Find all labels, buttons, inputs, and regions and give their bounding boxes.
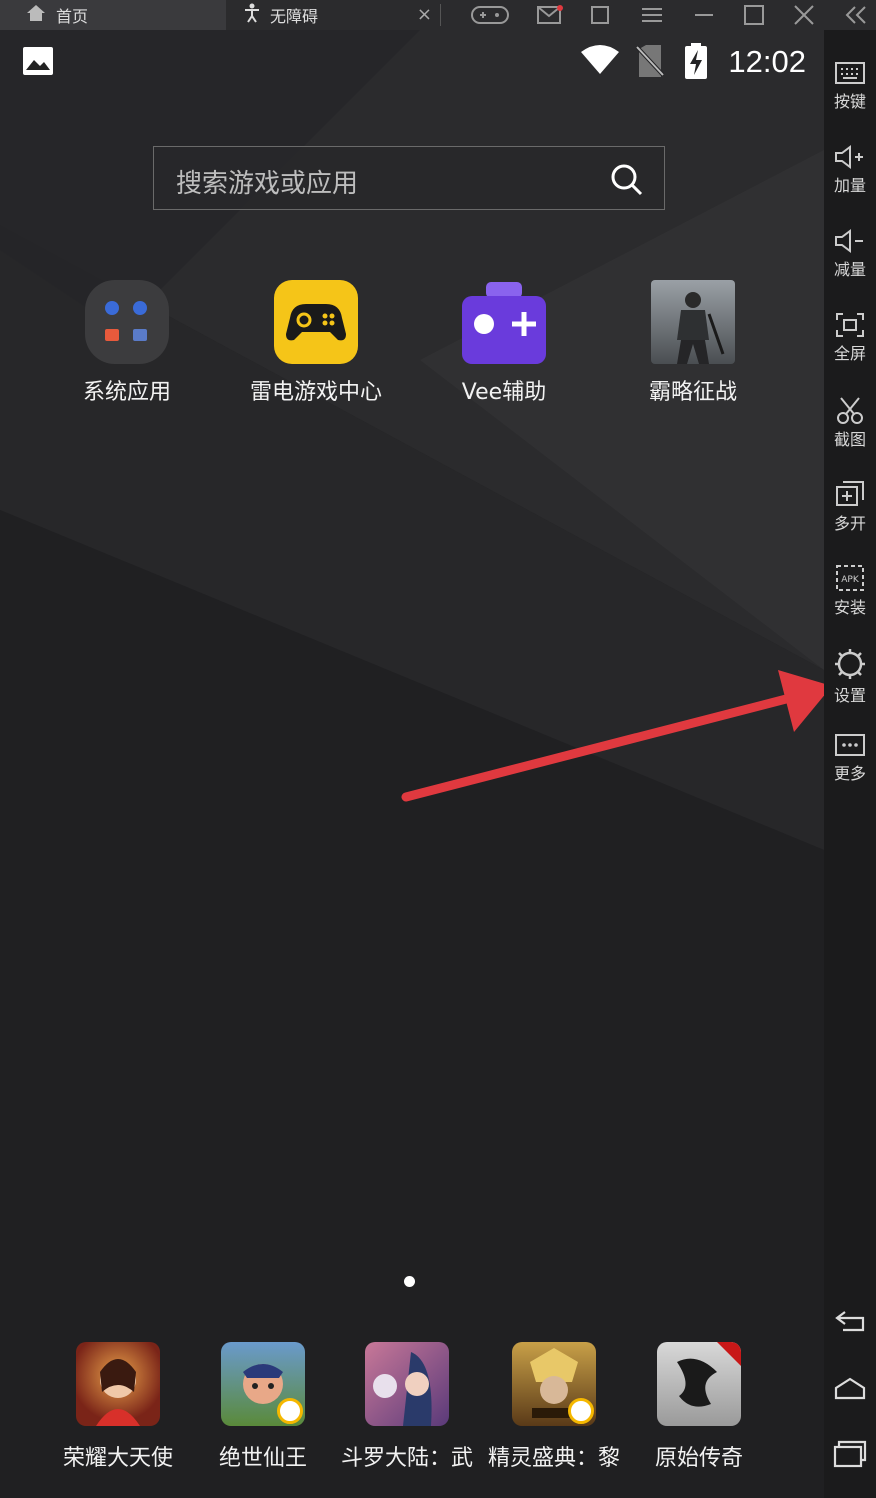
badge-icon [277,1398,303,1424]
battery-charging-icon [684,42,708,84]
sidebar-label: 截图 [833,430,866,449]
tab-home[interactable]: 首页 [0,0,226,30]
android-home-button[interactable] [824,1376,876,1402]
recents-icon [824,1440,876,1468]
game-icon [76,1342,160,1426]
sidebar-item-more[interactable]: 更多 [824,732,876,784]
badge-icon [568,1398,594,1424]
sidebar-label: 安装 [833,598,866,617]
mail-icon[interactable] [530,0,570,30]
sidebar-label: 更多 [833,764,866,783]
sidebar-label: 减量 [833,260,866,279]
app-label: 系统应用 [82,380,171,405]
sidebar-label: 全屏 [833,344,866,363]
sidebar-item-keymap[interactable]: 按键 [824,60,876,112]
gamepad-icon [274,280,358,364]
close-window-icon[interactable] [784,0,824,30]
app-system-apps[interactable]: 系统应用 [37,280,217,406]
close-tab-icon[interactable]: × [417,4,432,25]
game-icon [221,1342,305,1426]
search-input[interactable]: 搜索游戏或应用 [153,146,665,210]
android-recents-button[interactable] [824,1440,876,1468]
sidebar-item-screenshot[interactable]: 截图 [824,396,876,450]
gamepad-toolbar-icon[interactable] [470,0,510,30]
sidebar-label: 按键 [833,92,866,111]
sidebar-item-fullscreen[interactable]: 全屏 [824,312,876,364]
app-vee-assist[interactable]: Vee辅助 [414,280,594,406]
app-bale-zhengzhan[interactable]: 霸略征战 [603,280,783,406]
sidebar-label: 加量 [833,176,866,195]
sidebar-item-multi-instance[interactable]: 多开 [824,480,876,534]
home-icon [824,1376,876,1402]
fullscreen-icon [824,312,876,338]
sidebar-label: 多开 [833,514,866,533]
app-label: 雷电游戏中心 [249,380,382,405]
app-label: 精灵盛典：黎 [487,1446,620,1471]
svg-text:APK: APK [841,575,860,585]
dock-app-jingling-shengdian[interactable]: 精灵盛典：黎 [474,1342,634,1472]
sidebar-label: 设置 [833,686,866,705]
multi-instance-icon [824,480,876,508]
title-bar: 首页 无障碍 × [0,0,876,30]
folder-icon [85,280,169,364]
game-icon [512,1342,596,1426]
emulator-sidebar: 按键 加量 减量 全屏 截图 多开 APK 安装 设置 更多 [824,30,876,1498]
scissors-icon [824,396,876,424]
app-label: 荣耀大天使 [62,1446,173,1471]
accessibility-icon [244,3,260,27]
more-icon [824,732,876,758]
android-screen: 12:02 搜索游戏或应用 系统应用 雷电游戏中心 Vee辅助 霸略征战 荣耀大… [0,30,824,1498]
collapse-sidebar-icon[interactable] [836,0,876,30]
home-icon [26,4,46,26]
sidebar-item-volume-up[interactable]: 加量 [824,144,876,196]
apk-install-icon: APK [824,564,876,592]
search-placeholder: 搜索游戏或应用 [176,169,359,199]
game-cover-icon [651,280,735,364]
divider [440,4,441,26]
game-icon [365,1342,449,1426]
dock-app-jueshi-xianwang[interactable]: 绝世仙王 [183,1342,343,1472]
search-icon[interactable] [610,163,644,201]
wifi-icon [580,44,620,80]
gear-icon [824,648,876,680]
dock-app-douluo-dalu[interactable]: 斗罗大陆：武 [327,1342,487,1472]
tab-accessibility-label: 无障碍 [270,7,319,26]
app-label: 绝世仙王 [218,1446,307,1471]
minimize-icon[interactable] [684,0,724,30]
page-indicator-dot [404,1276,415,1287]
sidebar-item-install-apk[interactable]: APK 安装 [824,564,876,618]
sidebar-item-volume-down[interactable]: 减量 [824,228,876,280]
clock: 12:02 [728,44,806,79]
volume-down-icon [824,228,876,254]
app-label: Vee辅助 [461,380,547,405]
tab-home-label: 首页 [56,7,89,26]
menu-icon[interactable] [632,0,672,30]
maximize-icon[interactable] [734,0,774,30]
no-sim-icon [635,44,665,82]
vee-gamepad-icon [462,280,546,364]
dock-app-rongyao-datianshi[interactable]: 荣耀大天使 [38,1342,198,1472]
sidebar-item-settings[interactable]: 设置 [824,648,876,706]
status-bar: 12:02 [0,30,824,96]
tab-accessibility[interactable]: 无障碍 × [234,0,438,30]
game-icon [657,1342,741,1426]
back-icon [824,1308,876,1334]
app-label: 霸略征战 [648,380,737,405]
app-label: 原始传奇 [654,1446,743,1471]
gallery-notification-icon [22,46,54,80]
app-label: 斗罗大陆：武 [340,1446,473,1471]
volume-up-icon [824,144,876,170]
dock-app-yuanshi-chuanqi[interactable]: 原始传奇 [619,1342,779,1472]
android-back-button[interactable] [824,1308,876,1334]
app-leidian-game-center[interactable]: 雷电游戏中心 [226,280,406,406]
resize-icon[interactable] [580,0,620,30]
keyboard-icon [824,60,876,86]
